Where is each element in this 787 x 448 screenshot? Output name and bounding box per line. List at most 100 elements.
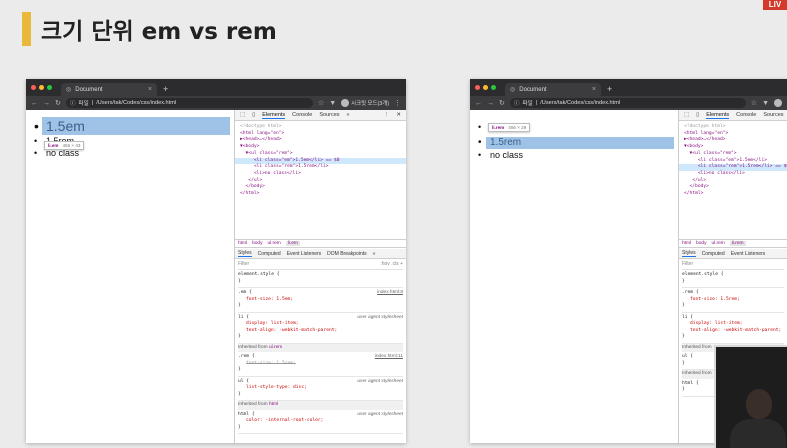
inherited-header: Inherited from html [238, 401, 403, 410]
dom-line[interactable]: </html> [684, 191, 703, 196]
more-tabs-icon[interactable]: » [347, 112, 350, 118]
more-subtabs-icon[interactable]: » [373, 251, 376, 257]
close-tab-icon[interactable]: × [592, 86, 596, 93]
tab-console[interactable]: Console [736, 112, 756, 118]
tab-styles[interactable]: Styles [682, 250, 696, 257]
tab-event-listeners[interactable]: Event Listeners [731, 251, 765, 257]
forward-arrow-icon[interactable]: → [487, 100, 494, 107]
avatar[interactable] [774, 99, 782, 107]
dom-line[interactable]: </body> [240, 184, 265, 189]
device-toggle-icon[interactable]: ▯ [696, 112, 699, 118]
new-tab-button[interactable]: + [607, 83, 612, 96]
css-property[interactable]: font-size: 1.5em; [238, 297, 403, 304]
devtools-close-icon[interactable]: ✕ [396, 112, 401, 118]
css-property-overridden: font-size: 1.5rem; [246, 360, 296, 366]
reload-icon[interactable]: ↻ [55, 99, 61, 107]
breadcrumb-item[interactable]: body [696, 241, 706, 246]
dom-line[interactable]: ▼<ul class="rem"> [684, 151, 737, 156]
page-viewport: 1.5em 1.5rem no class li.em456 × 43 [26, 110, 234, 443]
minimize-window-button[interactable] [39, 85, 44, 90]
breadcrumb: html body ul.rem li.rem [679, 239, 787, 248]
breadcrumb-item[interactable]: ul.rem [267, 241, 280, 246]
address-bar: ← → ↻ ⓘ 파일 | /Users/tak/Codes/css/index.… [26, 96, 406, 110]
back-arrow-icon[interactable]: ← [475, 100, 482, 107]
css-property[interactable]: font-size: 1.5rem; [682, 297, 784, 304]
dom-line[interactable]: </ul> [240, 178, 262, 183]
tab-elements[interactable]: Elements [262, 112, 286, 119]
dom-line[interactable]: <html lang="en"> [684, 131, 728, 136]
list-item-em: 1.5em [34, 117, 85, 135]
profile-button[interactable]: 시크릿 모드(3개) [341, 99, 389, 107]
breadcrumb-item[interactable]: ul.rem [711, 241, 724, 246]
dom-line[interactable]: <li>no class</li> [684, 171, 745, 176]
tab-computed[interactable]: Computed [702, 251, 725, 257]
dom-line[interactable]: ▼<ul class="rem"> [240, 151, 293, 156]
breadcrumb-item[interactable]: html [238, 241, 247, 246]
dom-line[interactable]: ▼<body> [684, 144, 703, 149]
new-tab-button[interactable]: + [163, 83, 168, 96]
forward-arrow-icon[interactable]: → [43, 100, 50, 107]
dom-line[interactable]: ▶<head>…</head> [240, 137, 282, 142]
breadcrumb-item[interactable]: body [252, 241, 262, 246]
filter-tools[interactable]: :hov .cls + [380, 261, 403, 268]
menu-kebab-icon[interactable]: ⋮ [394, 99, 401, 107]
url-divider: | [91, 100, 94, 106]
dom-line[interactable]: <html lang="en"> [240, 131, 284, 136]
url-field[interactable]: ⓘ 파일 | /Users/tak/Codes/css/index.html [65, 98, 313, 108]
bookmark-star-icon[interactable]: ☆ [318, 99, 324, 107]
devtools-menu-icon[interactable]: ⋮ [384, 112, 390, 118]
tab-computed[interactable]: Computed [258, 251, 281, 257]
tab-event-listeners[interactable]: Event Listeners [287, 251, 321, 257]
dom-line[interactable]: <li class="em">1.5em</li> [684, 158, 767, 163]
breadcrumb-item[interactable]: html [682, 241, 691, 246]
reload-icon[interactable]: ↻ [499, 99, 505, 107]
inspect-tooltip: li.em 456 × 43 [44, 141, 85, 150]
tab-dom-breakpoints[interactable]: DOM Breakpoints [327, 251, 366, 257]
extension-icon[interactable]: ▼ [762, 100, 769, 107]
live-badge: LIV [763, 0, 787, 10]
list-ul-rem: 1.5em 1.5rem no class [34, 117, 85, 159]
dom-line[interactable]: </body> [684, 184, 709, 189]
maximize-window-button[interactable] [491, 85, 496, 90]
dom-line[interactable]: <!doctype html> [240, 124, 282, 129]
filter-input[interactable]: Filter [682, 261, 693, 268]
dom-line[interactable]: </html> [240, 191, 259, 196]
dom-line[interactable]: </ul> [684, 178, 706, 183]
inspect-icon[interactable]: ⬚ [684, 112, 689, 118]
styles-subtabs: Styles Computed Event Listeners [679, 249, 787, 259]
tab-sources[interactable]: Sources [319, 112, 339, 118]
close-window-button[interactable] [475, 85, 480, 90]
tab-elements[interactable]: Elements [706, 112, 730, 119]
inspect-icon[interactable]: ⬚ [240, 112, 245, 118]
dom-line[interactable]: ▼<body> [240, 144, 259, 149]
rule-source-link[interactable]: index.html:11 [375, 354, 403, 361]
device-toggle-icon[interactable]: ▯ [252, 112, 255, 118]
tab-styles[interactable]: Styles [238, 250, 252, 257]
breadcrumb-item-current[interactable]: li.rem [729, 241, 746, 246]
breadcrumb-item-current[interactable]: li.em [285, 241, 300, 246]
dom-line-selected[interactable]: <li class="rem">1.5rem</li> == $0 [679, 164, 787, 171]
back-arrow-icon[interactable]: ← [31, 100, 38, 107]
maximize-window-button[interactable] [47, 85, 52, 90]
rule-source: user agent stylesheet [357, 378, 403, 384]
close-window-button[interactable] [31, 85, 36, 90]
devtools-tabs: ⬚ ▯ Elements Console Sources [679, 110, 787, 121]
browser-tab[interactable]: ◎ Document × [61, 83, 157, 96]
extension-icon[interactable]: ▼ [329, 100, 336, 107]
dom-line[interactable]: <li>no class</li> [240, 171, 301, 176]
inspect-tooltip: li.rem 456 × 29 [488, 123, 531, 132]
rule-source-link[interactable]: index.html:8 [377, 290, 403, 297]
tab-console[interactable]: Console [292, 112, 312, 118]
minimize-window-button[interactable] [483, 85, 488, 90]
url-field[interactable]: ⓘ 파일 | /Users/tak/Codes/css/index.html [509, 98, 746, 108]
bookmark-star-icon[interactable]: ☆ [751, 99, 757, 107]
rule-em: .em {index.html:8 font-size: 1.5em;} [238, 288, 403, 313]
tab-sources[interactable]: Sources [763, 112, 783, 118]
dom-line[interactable]: ▶<head>…</head> [684, 137, 726, 142]
presenter-head [746, 389, 772, 419]
dom-line[interactable]: <li class="rem">1.5rem</li> [240, 164, 329, 169]
filter-input[interactable]: Filter [238, 261, 249, 268]
close-tab-icon[interactable]: × [148, 86, 152, 93]
dom-line[interactable]: <!doctype html> [684, 124, 726, 129]
browser-tab[interactable]: ◎ Document × [505, 83, 601, 96]
